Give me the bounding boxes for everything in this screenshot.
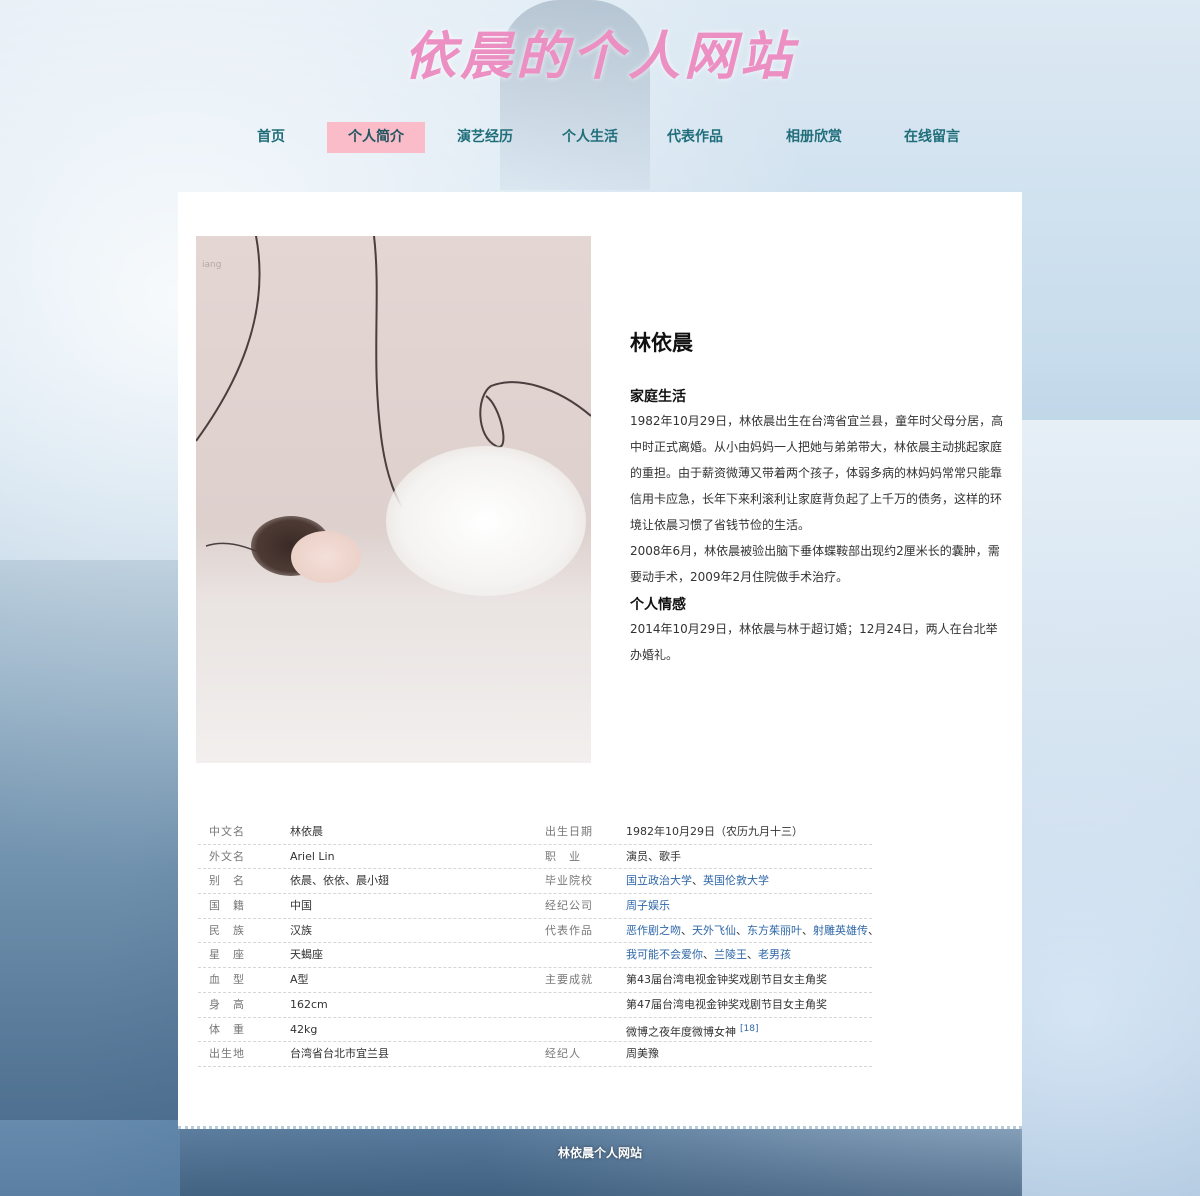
info-link[interactable]: 我可能不会爱你 — [626, 948, 703, 961]
info-link[interactable]: 天外飞仙 — [692, 924, 736, 937]
info-label: 毕业院校 — [545, 874, 593, 888]
info-link[interactable]: 射雕英雄传 — [813, 924, 868, 937]
info-value: 依晨、依依、晨小翅 — [290, 874, 389, 888]
table-row: 星 座 天蝎座 我可能不会爱你、兰陵王、老男孩 — [198, 943, 872, 969]
info-value: 恶作剧之吻、天外飞仙、东方茱丽叶、射雕英雄传、 — [626, 923, 879, 937]
info-value: 国立政治大学、英国伦敦大学 — [626, 874, 769, 888]
info-label: 星 座 — [209, 948, 245, 962]
info-value: 周子娱乐 — [626, 894, 670, 918]
section-paragraph: 1982年10月29日，林依晨出生在台湾省宜兰县，童年时父母分居，高中时正式离婚… — [630, 414, 1004, 532]
info-link[interactable]: 周子娱乐 — [626, 899, 670, 912]
info-link[interactable]: 恶作剧之吻 — [626, 924, 681, 937]
info-label: 职 业 — [545, 849, 581, 863]
info-value: 我可能不会爱你、兰陵王、老男孩 — [626, 948, 791, 962]
info-value: 林依晨 — [290, 825, 323, 838]
section-heading: 个人情感 — [630, 597, 686, 613]
info-value: 42kg — [290, 1022, 318, 1036]
table-row: 外文名 Ariel Lin 职 业 演员、歌手 — [198, 845, 872, 870]
nav-item-6[interactable]: 在线留言 — [877, 122, 987, 153]
section-paragraph: 2008年6月，林依晨被验出脑下垂体蝶鞍部出现约2厘米长的囊肿，需要动手术，20… — [630, 544, 1000, 584]
info-link[interactable]: 兰陵王 — [714, 948, 747, 961]
info-link[interactable]: 英国伦敦大学 — [703, 874, 769, 887]
info-link[interactable]: 东方茱丽叶 — [747, 924, 802, 937]
info-link[interactable]: 国立政治大学 — [626, 874, 692, 887]
info-label: 血 型 — [209, 973, 245, 987]
background-left-scenery — [0, 560, 180, 1120]
info-value: 中国 — [290, 899, 312, 913]
table-row: 中文名 林依晨 出生日期 1982年10月29日（农历九月十三） — [198, 820, 872, 845]
table-row: 身 高 162cm 第47届台湾电视金钟奖戏剧节目女主角奖 — [198, 993, 872, 1018]
info-value: 162cm — [290, 997, 328, 1011]
intro-section: 林依晨 家庭生活 1982年10月29日，林依晨出生在台湾省宜兰县，童年时父母分居… — [630, 330, 1008, 668]
nav-item-3[interactable]: 个人生活 — [541, 122, 639, 153]
info-label: 经纪公司 — [545, 899, 593, 913]
nav-item-2[interactable]: 演艺经历 — [429, 122, 541, 153]
nav-item-0[interactable]: 首页 — [220, 122, 322, 153]
info-value: 演员、歌手 — [626, 849, 681, 863]
section-heading: 家庭生活 — [630, 389, 686, 405]
photo-watermark: iang — [202, 260, 222, 270]
info-value: 1982年10月29日（农历九月十三） — [626, 825, 803, 838]
profile-photo: iang — [196, 236, 591, 763]
info-link[interactable]: 老男孩 — [758, 948, 791, 961]
table-row: 国 籍 中国 经纪公司 周子娱乐 — [198, 894, 872, 919]
nav-item-5[interactable]: 相册欣赏 — [751, 122, 877, 153]
section-paragraph: 2014年10月29日，林依晨与林于超订婚；12月24日，两人在台北举办婚礼。 — [630, 622, 998, 662]
person-name: 林依晨 — [630, 331, 693, 355]
info-label: 民 族 — [209, 923, 245, 937]
info-label: 经纪人 — [545, 1047, 581, 1061]
background-right-scenery — [1020, 420, 1200, 1196]
info-value: Ariel Lin — [290, 849, 335, 863]
info-table: 中文名 林依晨 出生日期 1982年10月29日（农历九月十三） 外文名 Ariel Li… — [198, 820, 879, 1067]
citation-link[interactable]: [18] — [740, 1024, 758, 1034]
info-value: 天蝎座 — [290, 948, 323, 962]
info-value: A型 — [290, 973, 309, 987]
info-label: 出生日期 — [545, 825, 593, 838]
nav-item-4[interactable]: 代表作品 — [639, 122, 751, 153]
info-value: 周美豫 — [626, 1047, 659, 1061]
footer-text: 林依晨个人网站 — [557, 1146, 642, 1160]
table-row: 出生地 台湾省台北市宜兰县 经纪人 周美豫 — [198, 1042, 872, 1067]
info-label: 身 高 — [209, 997, 245, 1011]
site-title: 依晨的个人网站 — [403, 26, 796, 87]
table-row: 民 族 汉族 代表作品 恶作剧之吻、天外飞仙、东方茱丽叶、射雕英雄传、 — [198, 919, 879, 944]
main-nav: 首页 个人简介 演艺经历 个人生活 代表作品 相册欣赏 在线留言 — [220, 122, 987, 153]
info-value: 第47届台湾电视金钟奖戏剧节目女主角奖 — [626, 997, 827, 1011]
info-label: 中文名 — [209, 825, 245, 838]
table-row: 血 型 A型 主要成就 第43届台湾电视金钟奖戏剧节目女主角奖 — [198, 968, 872, 993]
info-label: 体 重 — [209, 1022, 245, 1036]
info-value: 微博之夜年度微博女神 [18] — [626, 1023, 759, 1039]
info-label: 别 名 — [209, 874, 245, 888]
info-label: 主要成就 — [545, 973, 593, 987]
info-label: 代表作品 — [545, 923, 593, 937]
table-row: 体 重 42kg 微博之夜年度微博女神 [18] — [198, 1018, 872, 1043]
info-value: 台湾省台北市宜兰县 — [290, 1047, 389, 1061]
info-label: 外文名 — [209, 849, 245, 863]
table-row: 别 名 依晨、依依、晨小翅 毕业院校 国立政治大学、英国伦敦大学 — [198, 869, 872, 895]
main-content: iang 林依晨 家庭生活 1982年10月29日，林依晨出生在台湾省宜兰县，童年… — [178, 192, 1022, 1129]
background-bottom-scenery — [180, 1128, 1022, 1196]
info-label: 国 籍 — [209, 899, 245, 913]
nav-item-1[interactable]: 个人简介 — [327, 122, 425, 153]
info-value: 汉族 — [290, 923, 312, 937]
info-value: 第43届台湾电视金钟奖戏剧节目女主角奖 — [626, 973, 827, 987]
info-label: 出生地 — [209, 1047, 245, 1061]
